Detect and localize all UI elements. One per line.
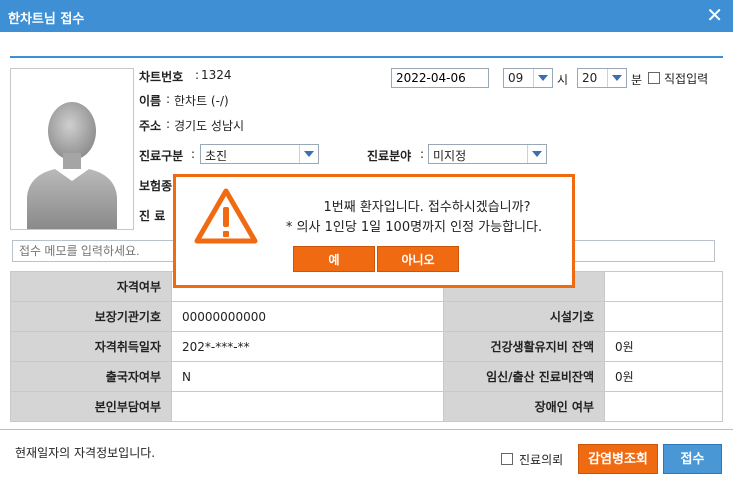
minute-select[interactable]: 20 (577, 68, 627, 88)
chevron-down-icon[interactable] (607, 69, 626, 87)
colon-text: : (166, 117, 171, 131)
avatar-silhouette-icon (27, 102, 117, 229)
eligibility-note: 현재일자의 자격정보입니다. (15, 446, 156, 460)
table-header-cell: 자격여부 (10, 271, 172, 302)
table-cell (171, 391, 444, 422)
table-cell: 0원 (604, 361, 723, 392)
address-value: 경기도 성남시 (174, 119, 245, 133)
table-row: 본인부담여부 장애인 여부 (10, 391, 723, 422)
department-value: 미지정 (433, 149, 467, 163)
visit-type-select[interactable]: 초진 (200, 144, 319, 164)
colon-text: : (420, 147, 425, 161)
table-header-cell: 시설기호 (443, 301, 605, 332)
table-row: 자격취득일자 202*-***-** 건강생활유지비 잔액 0원 (10, 331, 723, 362)
chevron-down-icon[interactable] (527, 145, 546, 163)
manual-input-checkbox[interactable] (648, 72, 660, 84)
colon-text: : (195, 68, 200, 82)
title-bar: 한차트님 접수 ✕ (0, 0, 733, 32)
table-cell: 202*-***-** (171, 331, 444, 362)
submit-reception-button[interactable]: 접수 (663, 444, 722, 474)
minute-unit: 분 (631, 73, 643, 87)
department-label: 진료분야 (367, 149, 412, 163)
chevron-down-icon[interactable] (299, 145, 318, 163)
close-icon[interactable]: ✕ (706, 4, 723, 26)
table-header-cell: 건강생활유지비 잔액 (443, 331, 605, 362)
hour-value: 09 (508, 71, 524, 85)
patient-photo-placeholder (10, 68, 134, 230)
table-header-cell: 출국자여부 (10, 361, 172, 392)
warning-icon (194, 188, 258, 244)
colon-text: : (191, 147, 196, 161)
footer-divider (0, 429, 733, 430)
colon-text: : (166, 92, 171, 106)
infection-lookup-button[interactable]: 감염병조회 (578, 444, 658, 474)
table-header-cell: 보장기관기호 (10, 301, 172, 332)
referral-label: 진료의뢰 (519, 453, 564, 467)
table-row: 보장기관기호 00000000000 시설기호 (10, 301, 723, 332)
referral-checkbox[interactable] (501, 453, 513, 465)
name-value: 한차트 (-/) (174, 94, 229, 108)
table-header-cell: 본인부담여부 (10, 391, 172, 422)
table-row: 출국자여부 N 임신/출산 진료비잔액 0원 (10, 361, 723, 392)
reception-window: 한차트님 접수 ✕ 차트번호 : 1324 이름 : 한차트 (-/) 주소 :… (0, 0, 733, 484)
window-title: 한차트님 접수 (8, 12, 85, 27)
no-button[interactable]: 아니오 (377, 246, 459, 272)
chart-number-label: 차트번호 (139, 70, 184, 84)
table-header-cell: 임신/출산 진료비잔액 (443, 361, 605, 392)
minute-value: 20 (582, 71, 598, 85)
table-cell: N (171, 361, 444, 392)
department-select[interactable]: 미지정 (428, 144, 547, 164)
insurance-label: 보험종 (139, 179, 173, 193)
chart-number-value: 1324 (201, 68, 232, 82)
table-cell (604, 301, 723, 332)
table-cell: 0원 (604, 331, 723, 362)
address-label: 주소 (139, 119, 162, 133)
hour-select[interactable]: 09 (503, 68, 553, 88)
date-field[interactable] (391, 68, 489, 88)
table-cell: 00000000000 (171, 301, 444, 332)
name-label: 이름 (139, 94, 162, 108)
table-cell (604, 391, 723, 422)
table-header-cell: 장애인 여부 (443, 391, 605, 422)
dialog-note: * 의사 1인당 1일 100명까지 인정 가능합니다. (285, 220, 543, 235)
chevron-down-icon[interactable] (533, 69, 552, 87)
doctor-label: 진 료 (139, 209, 166, 223)
eligibility-table: 자격여부 보장기관기호 00000000000 시설기호 자격취득일자 202*… (10, 271, 723, 422)
dialog-message: 1번째 환자입니다. 접수하시겠습니까? (323, 200, 531, 215)
table-header-cell: 자격취득일자 (10, 331, 172, 362)
visit-type-value: 초진 (205, 149, 228, 163)
hour-unit: 시 (557, 73, 569, 87)
yes-button[interactable]: 예 (293, 246, 375, 272)
manual-input-label: 직접입력 (664, 72, 709, 86)
confirm-dialog: 1번째 환자입니다. 접수하시겠습니까? * 의사 1인당 1일 100명까지 … (173, 174, 575, 288)
table-cell (604, 271, 723, 302)
header-divider (10, 56, 723, 58)
visit-type-label: 진료구분 (139, 149, 184, 163)
